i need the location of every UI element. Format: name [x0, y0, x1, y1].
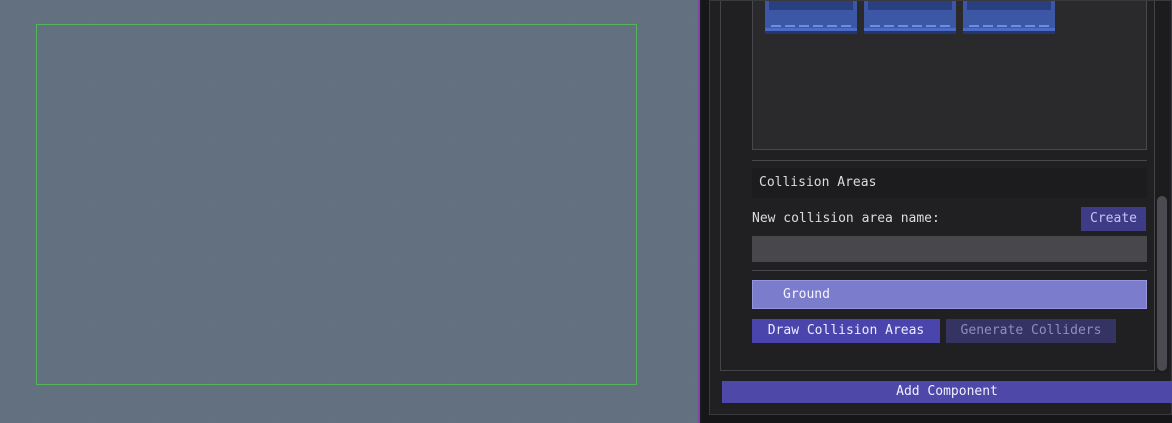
new-area-label: New collision area name:: [752, 211, 940, 226]
create-button[interactable]: Create: [1081, 207, 1146, 231]
scrollbar-thumb[interactable]: [1157, 196, 1167, 371]
collision-area-label: Ground: [783, 287, 830, 302]
camera-bounds-rect: [36, 24, 637, 385]
add-component-button[interactable]: Add Component: [722, 381, 1172, 403]
collision-areas-header[interactable]: Collision Areas: [752, 168, 1147, 198]
divider: [752, 270, 1147, 271]
collision-area-item-ground[interactable]: Ground: [752, 280, 1147, 309]
tilemap-component: Collision Areas New collision area name:…: [720, 1, 1155, 371]
inspector-scrollbar[interactable]: [1155, 1, 1169, 373]
tile-sprite[interactable]: [963, 1, 1055, 34]
tile-sprite[interactable]: [765, 1, 857, 34]
draw-collision-areas-button[interactable]: Draw Collision Areas: [752, 319, 940, 343]
tileset-preview[interactable]: [752, 1, 1147, 150]
generate-colliders-button[interactable]: Generate Colliders: [946, 319, 1116, 343]
tile-sprite[interactable]: [864, 1, 956, 34]
scene-viewport[interactable]: [0, 0, 700, 423]
collision-areas-title: Collision Areas: [759, 175, 877, 190]
inspector-frame: Collision Areas New collision area name:…: [709, 0, 1172, 415]
inspector-panel: Collision Areas New collision area name:…: [702, 0, 1172, 423]
area-name-input[interactable]: [752, 236, 1147, 262]
divider: [752, 160, 1147, 161]
